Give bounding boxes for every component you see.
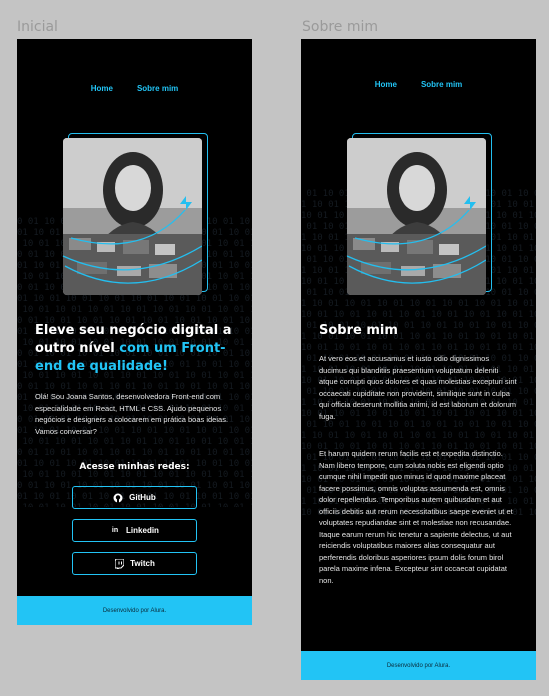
- nav-bar: Home Sobre mim: [17, 84, 252, 93]
- about-paragraph-2: Et harum quidem rerum facilis est et exp…: [319, 449, 513, 585]
- hero-title: Eleve seu negócio digital a outro nível …: [35, 322, 235, 376]
- social-title: Acesse minhas redes:: [79, 462, 190, 472]
- github-icon: [113, 493, 123, 503]
- footer: Desenvolvido por Alura.: [17, 596, 252, 625]
- twitch-button[interactable]: Twitch: [72, 552, 197, 575]
- nav-home-link[interactable]: Home: [375, 80, 397, 89]
- twitch-label: Twitch: [130, 559, 155, 568]
- frame-label-about: Sobre mim: [302, 19, 379, 35]
- nav-bar: Home Sobre mim: [301, 80, 536, 89]
- about-title: Sobre mim: [319, 323, 398, 338]
- linkedin-label: Linkedin: [126, 526, 159, 535]
- github-button[interactable]: GitHub: [72, 486, 197, 509]
- nav-about-link[interactable]: Sobre mim: [421, 80, 462, 89]
- footer: Desenvolvido por Alura.: [301, 651, 536, 680]
- profile-photo: [347, 138, 486, 295]
- profile-photo: [63, 138, 202, 295]
- linkedin-icon: in: [111, 527, 119, 534]
- github-label: GitHub: [129, 493, 156, 502]
- frame-initial: 0 01 10 01 10 01 10 01 10 01 10 01 10 01…: [17, 39, 252, 625]
- hero-intro-text: Olá! Sou Joana Santos, desenvolvedora Fr…: [35, 392, 229, 436]
- linkedin-button[interactable]: in Linkedin: [72, 519, 197, 542]
- frame-label-initial: Inicial: [17, 19, 58, 35]
- nav-home-link[interactable]: Home: [91, 84, 113, 93]
- nav-about-link[interactable]: Sobre mim: [137, 84, 178, 93]
- about-paragraph-1: At vero eos et accusamus et iusto odio d…: [319, 354, 517, 421]
- twitch-icon: [114, 558, 124, 569]
- frame-about: 01 10 01 10 01 10 01 10 01 10 01 10 01 1…: [301, 39, 536, 680]
